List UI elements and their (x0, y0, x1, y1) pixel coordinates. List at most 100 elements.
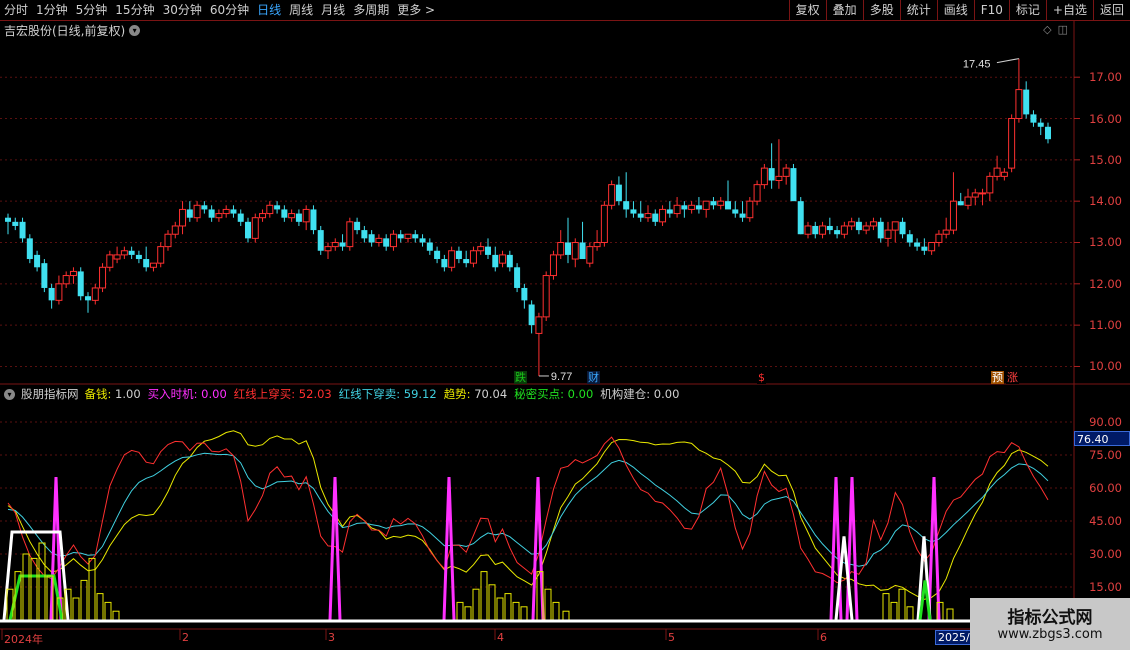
indicator-label: 趋势: (443, 387, 471, 401)
candle-body (99, 266, 107, 289)
reserve-bar (906, 606, 914, 621)
reserve-bar (112, 610, 120, 621)
low-price-label: 9.77 (551, 371, 572, 383)
candle-body (106, 254, 114, 268)
candle-body (535, 316, 543, 334)
candle-body (404, 233, 412, 239)
candle-body (85, 296, 91, 301)
osc-axis-label: 15.00 (1089, 580, 1122, 594)
candle-body (732, 209, 739, 214)
price-axis-label: 12.00 (1089, 276, 1122, 291)
candle-body (1037, 122, 1044, 127)
candle-body (222, 208, 230, 215)
reserve-bar (96, 593, 104, 621)
candle-body (339, 242, 346, 247)
candle-body (812, 225, 819, 235)
event-badge[interactable]: 预 (991, 371, 1004, 384)
candle-body (266, 204, 274, 215)
sell-cross-line (7, 452, 1049, 567)
candle-body (1000, 171, 1008, 177)
indicator-value: 买入时机: 0.00 (148, 386, 227, 402)
event-badge[interactable]: 涨 (1006, 371, 1019, 384)
candle-body (666, 209, 673, 214)
candle-body (615, 184, 622, 202)
reserve-bar (890, 601, 898, 621)
candle-body (485, 246, 491, 255)
buy-timing-spike (328, 476, 342, 621)
indicator-value: 机构建仓: 0.00 (600, 386, 679, 402)
candle-body (891, 221, 899, 231)
candle-body (681, 205, 688, 210)
candle-body (164, 233, 172, 248)
candle-body (41, 263, 48, 288)
candle-body (914, 242, 921, 247)
candle-body (514, 267, 521, 288)
candle-body (143, 259, 150, 268)
event-badge[interactable]: 跌 (514, 371, 527, 384)
reserve-bar (472, 588, 480, 621)
indicator-label: 红线下穿卖: (338, 387, 401, 401)
candle-body (630, 209, 637, 214)
candle-body (659, 208, 667, 223)
watermark-url: www.zbgs3.com (997, 627, 1103, 642)
candle-body (855, 221, 862, 231)
candle-body (753, 184, 761, 202)
candle-body (725, 201, 731, 210)
high-pointer (996, 58, 1019, 64)
candle-body (782, 167, 790, 177)
candle-body (48, 287, 55, 301)
chevron-down-icon[interactable]: ▾ (4, 388, 15, 400)
indicator-label: 机构建仓: (600, 387, 651, 401)
reserve-bar (80, 579, 88, 621)
candle-body (804, 225, 812, 235)
candle-body (492, 254, 499, 268)
candle-body (797, 201, 804, 235)
candle-body (688, 204, 696, 210)
indicator-header: ▾ 股朋指标网 备钱: 1.00 买入时机: 0.00 红线上穿买: 52.03 红线… (0, 386, 679, 402)
event-badge[interactable]: 财 (587, 371, 600, 384)
reserve-bar (88, 557, 96, 621)
reserve-bar (544, 588, 552, 621)
candle-body (790, 168, 797, 202)
candle-body (62, 275, 70, 285)
candle-body (695, 205, 702, 210)
reserve-bar (72, 597, 80, 621)
indicator-value: 红线上穿买: 52.03 (234, 386, 332, 402)
kline-chart[interactable]: 17.45 9.77 (0, 0, 1130, 650)
candle-body (441, 259, 448, 268)
candle-body (120, 250, 128, 256)
candle-body (171, 225, 179, 235)
event-badge[interactable]: $ (757, 371, 766, 384)
high-price-label: 17.45 (963, 59, 991, 71)
candle-body (549, 254, 557, 277)
candle-body (521, 287, 528, 301)
candle-body (237, 213, 244, 222)
indicator-value: 趋势: 70.04 (444, 386, 507, 402)
candle-body (710, 201, 717, 206)
candle-body (506, 254, 513, 268)
candle-body (623, 201, 630, 210)
indicator-number: 52.03 (295, 387, 332, 401)
candle-body (434, 250, 441, 260)
candle-body (383, 238, 390, 247)
candle-body (295, 213, 302, 222)
candle-body (760, 167, 768, 186)
indicator-number: 0.00 (197, 387, 227, 401)
candle-body (608, 184, 616, 206)
current-value-box: 76.40 (1074, 431, 1130, 446)
candle-body (1030, 114, 1037, 123)
candle-body (571, 241, 579, 260)
candle-body (600, 204, 608, 243)
indicator-name: 股朋指标网 (21, 387, 79, 401)
indicator-number: 59.12 (400, 387, 437, 401)
indicator-number: 1.00 (111, 387, 141, 401)
candle-body (419, 238, 426, 243)
candle-body (310, 209, 317, 231)
candle-body (971, 192, 979, 198)
candle-body (834, 230, 841, 235)
candle-body (673, 204, 681, 215)
candle-body (69, 270, 77, 277)
reserve-bar (480, 571, 488, 621)
candle-body (637, 213, 644, 218)
candle-body (317, 230, 324, 251)
